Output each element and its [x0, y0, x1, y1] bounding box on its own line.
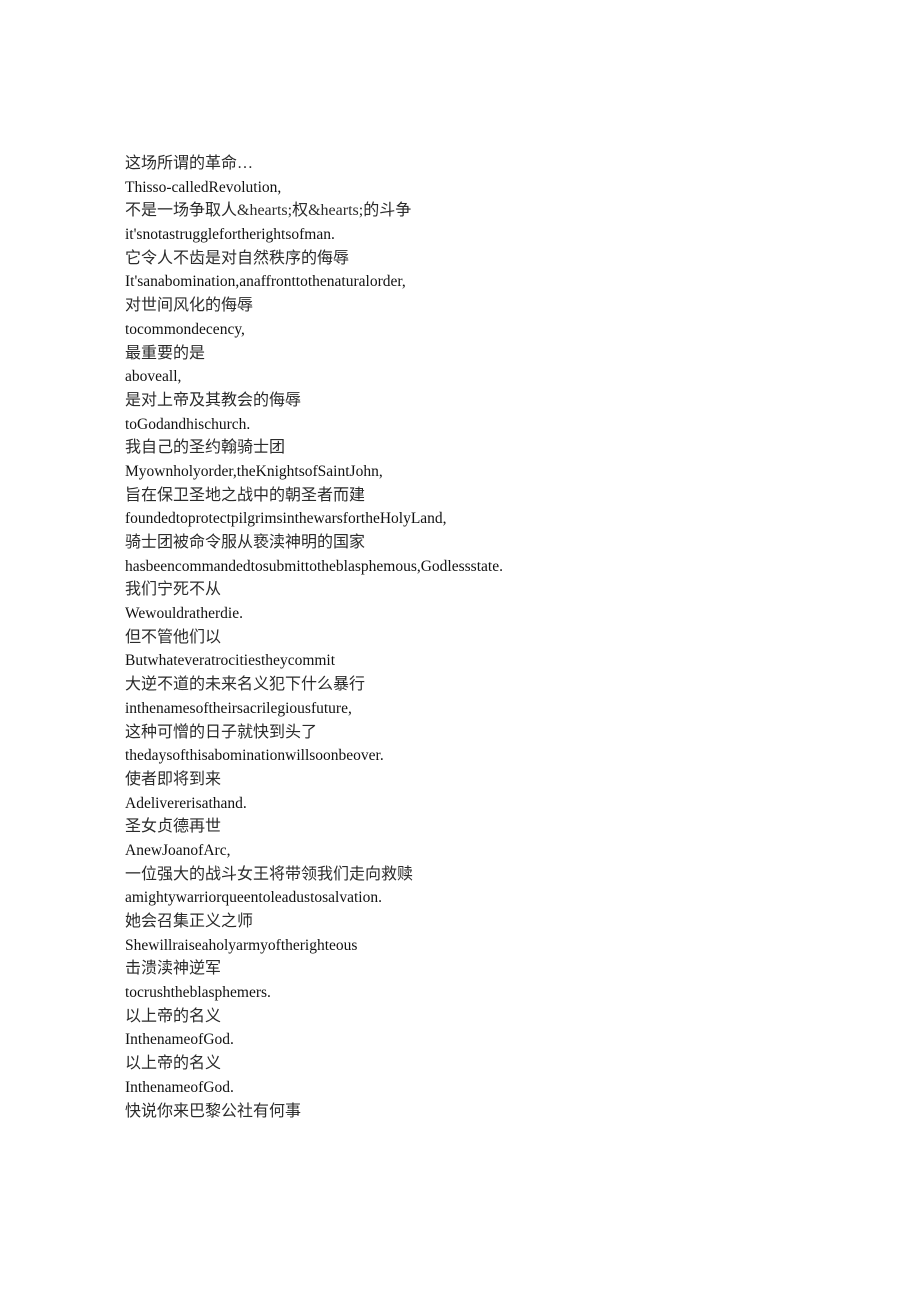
transcript-line: toGodandhischurch. — [125, 415, 251, 433]
transcript-line: Shewillraiseaholyarmyoftherighteous — [125, 936, 358, 954]
transcript-line: Myownholyorder,theKnightsofSaintJohn, — [125, 462, 383, 480]
transcript-line: it'snotastrugglefortherightsofman. — [125, 226, 335, 244]
transcript-line: 击溃渎神逆军 — [125, 960, 222, 978]
transcript-line: 旨在保卫圣地之战中的朝圣者而建 — [125, 486, 366, 504]
transcript-line: 一位强大的战斗女王将带领我们走向救赎 — [125, 865, 414, 883]
transcript-line: 圣女贞德再世 — [125, 818, 222, 836]
transcript-line: aboveall, — [125, 368, 182, 386]
transcript-line: 这场所谓的革命… — [125, 155, 254, 172]
transcript-line: 但不管他们以 — [125, 628, 222, 646]
transcript-line: 我们宁死不从 — [125, 581, 222, 599]
transcript-line: Butwhateveratrocitiestheycommit — [125, 652, 336, 670]
transcript-line: It'sanabomination,anaffronttothenaturalo… — [125, 273, 406, 291]
transcript-line: 快说你来巴黎公社有何事 — [125, 1102, 302, 1120]
transcript-line: 以上帝的名义 — [125, 1007, 222, 1025]
transcript-line: tocrushtheblasphemers. — [125, 984, 271, 1002]
transcript-line: AnewJoanofArc, — [125, 841, 231, 859]
transcript-line: InthenameofGod. — [125, 1031, 234, 1049]
transcript-line: 使者即将到来 — [125, 770, 222, 788]
transcript-line: 它令人不齿是对自然秩序的侮辱 — [125, 249, 350, 267]
transcript-line: 我自己的圣约翰骑士团 — [125, 439, 286, 457]
transcript-line: Thisso-calledRevolution, — [125, 178, 282, 196]
transcript-line: 对世间风化的侮辱 — [125, 297, 254, 315]
transcript-line: 大逆不道的未来名义犯下什么暴行 — [125, 676, 366, 694]
transcript-line: 这种可憎的日子就快到头了 — [125, 723, 318, 741]
transcript-line: foundedtoprotectpilgrimsinthewarsfortheH… — [125, 510, 447, 528]
transcript-line: 是对上帝及其教会的侮辱 — [125, 391, 302, 409]
transcript-body: 这场所谓的革命… Thisso-calledRevolution, 不是一场争取人&… — [125, 152, 865, 1123]
transcript-line: 最重要的是 — [125, 344, 206, 362]
transcript-line: 骑士团被命令服从亵渎神明的国家 — [125, 534, 366, 551]
transcript-line: tocommondecency, — [125, 320, 245, 338]
transcript-line: inthenamesoftheirsacrilegiousfuture, — [125, 699, 352, 717]
transcript-line: InthenameofGod. — [125, 1078, 234, 1096]
transcript-line: Wewouldratherdie. — [125, 605, 243, 623]
transcript-line: hasbeencommandedtosubmittotheblasphemous… — [125, 557, 503, 575]
transcript-line: 她会召集正义之师 — [125, 913, 254, 930]
transcript-line: 不是一场争取人&hearts;权&hearts;的斗争 — [125, 202, 412, 220]
transcript-line: amightywarriorqueentoleadustosalvation. — [125, 889, 382, 907]
transcript-line: thedaysofthisabominationwillsoonbeover. — [125, 747, 384, 765]
document-page: 这场所谓的革命… Thisso-calledRevolution, 不是一场争取人&… — [0, 0, 920, 1301]
transcript-line: 以上帝的名义 — [125, 1055, 222, 1073]
transcript-line: Adelivererisathand. — [125, 794, 247, 812]
